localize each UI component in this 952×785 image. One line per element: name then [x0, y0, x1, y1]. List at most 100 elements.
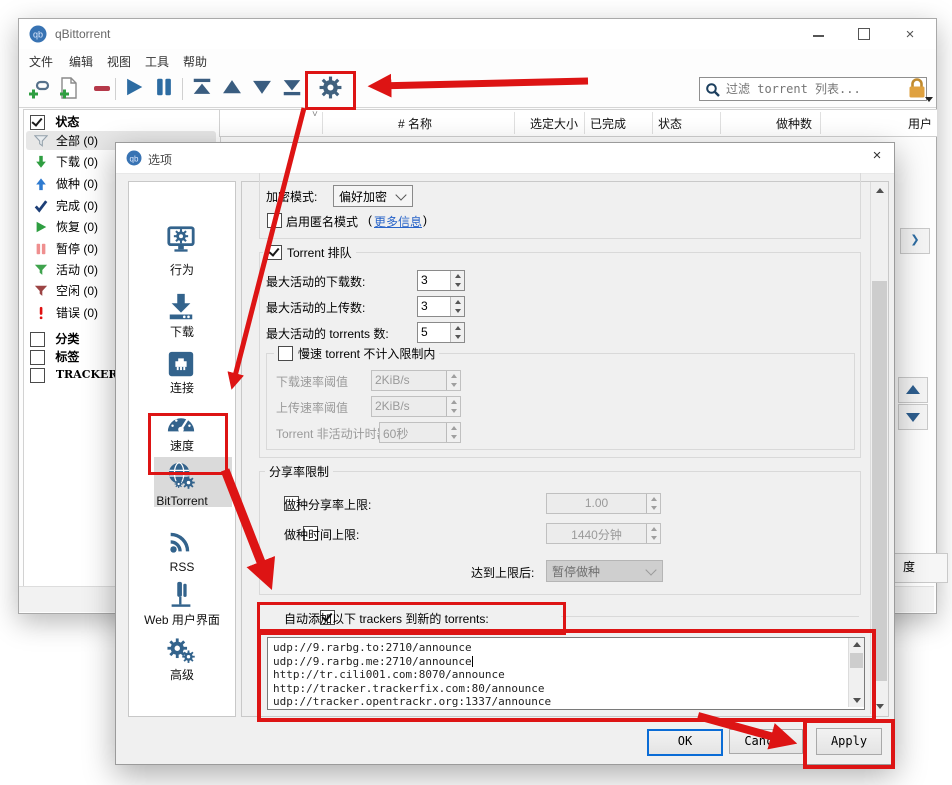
scroll-down-button[interactable]: [871, 698, 888, 714]
resume-button[interactable]: [123, 76, 149, 102]
max-active-torrents-spinner[interactable]: 5: [417, 322, 465, 343]
header-completed[interactable]: 已完成: [590, 115, 626, 132]
seed-ratio-value: 1.00: [547, 494, 646, 513]
tags-checkbox[interactable]: [30, 350, 45, 365]
scroll-up-button[interactable]: [898, 377, 928, 403]
scrollbar-thumb[interactable]: [872, 281, 887, 681]
menu-help[interactable]: 帮助: [183, 53, 207, 70]
qbittorrent-logo-icon: qb: [29, 25, 47, 43]
globe-gears-icon: [166, 461, 196, 491]
pause-button[interactable]: [153, 76, 179, 102]
cancel-button[interactable]: Cancel: [729, 729, 803, 754]
nav-label-rss: RSS: [129, 560, 235, 574]
inactivity-timer-value: 60秒: [380, 423, 446, 442]
max-active-torrents-value: 5: [418, 323, 450, 342]
seed-ratio-spinner: 1.00: [546, 493, 661, 514]
speed-tab-partial[interactable]: 度: [892, 553, 948, 583]
bottom-priority-button[interactable]: [281, 76, 307, 102]
up-arrow-icon: [876, 188, 884, 193]
spin-buttons: [646, 494, 660, 513]
ok-button[interactable]: OK: [647, 729, 723, 756]
rss-waves-icon: [166, 526, 196, 556]
move-up-button[interactable]: [221, 76, 247, 102]
close-button[interactable]: ×: [895, 25, 925, 45]
auto-add-trackers-label: 自动添加以下 trackers 到新的 torrents:: [284, 610, 489, 627]
column-separator: [322, 112, 323, 134]
scroll-down-button[interactable]: [849, 694, 864, 707]
scroll-down-button[interactable]: [898, 404, 928, 430]
slow-torrent-title[interactable]: 慢速 torrent 不计入限制内: [274, 345, 439, 361]
slow-torrent-checkbox[interactable]: [278, 346, 293, 361]
lock-button[interactable]: [905, 76, 931, 102]
delete-button[interactable]: [89, 76, 115, 102]
spin-buttons[interactable]: [450, 297, 464, 316]
spin-buttons[interactable]: [450, 271, 464, 290]
menu-view[interactable]: 视图: [107, 53, 131, 70]
web-server-icon: [166, 580, 196, 610]
share-ratio-label: 分享率限制: [269, 463, 329, 480]
textarea-scrollbar[interactable]: [848, 638, 864, 707]
scrollbar-thumb[interactable]: [850, 653, 863, 668]
menu-tools[interactable]: 工具: [145, 53, 169, 70]
download-threshold-spinner: 2KiB/s: [371, 370, 461, 391]
spin-buttons: [446, 397, 460, 416]
trackers-row[interactable]: TRACKERS: [30, 366, 126, 384]
tracker-url: http://tracker.trackerfix.com:80/announc…: [268, 682, 864, 696]
status-checkbox[interactable]: [30, 115, 45, 130]
inactivity-timer-spinner: 60秒: [379, 422, 461, 443]
dialog-close-button[interactable]: ×: [864, 147, 890, 169]
search-input[interactable]: [699, 77, 927, 101]
lock-dropdown-arrow-icon: [925, 97, 933, 102]
add-torrent-file-button[interactable]: [57, 76, 83, 102]
expand-column-button[interactable]: ❯: [900, 228, 930, 254]
inactivity-timer-label: Torrent 非活动计时器: [276, 425, 389, 442]
scroll-up-button[interactable]: [849, 638, 864, 651]
spin-down-icon: [651, 506, 657, 510]
apply-button[interactable]: Apply: [816, 728, 882, 755]
search-icon: [705, 82, 721, 98]
nav-label-webui: Web 用户界面: [129, 611, 235, 628]
nav-label-advanced: 高级: [129, 666, 235, 683]
anonymous-mode-checkbox[interactable]: [267, 213, 282, 228]
minimize-button[interactable]: [803, 25, 833, 45]
spin-up-icon: [455, 300, 461, 304]
encryption-dropdown[interactable]: 偏好加密: [333, 185, 413, 207]
column-separator: [820, 112, 821, 134]
pause-icon: [153, 76, 175, 98]
move-down-button[interactable]: [251, 76, 277, 102]
menu-edit[interactable]: 编辑: [69, 53, 93, 70]
spin-down-icon: [651, 536, 657, 540]
header-status[interactable]: 状态: [658, 115, 682, 132]
header-name[interactable]: # 名称: [398, 115, 432, 132]
maximize-button[interactable]: [849, 25, 879, 45]
options-button[interactable]: [319, 76, 345, 102]
filter-seeding-label: 做种 (0): [56, 175, 98, 193]
torrent-queueing-checkbox[interactable]: [267, 245, 282, 260]
max-active-uploads-spinner[interactable]: 3: [417, 296, 465, 317]
svg-text:qb: qb: [130, 155, 139, 164]
header-selected-size[interactable]: 选定大小: [510, 115, 578, 132]
scroll-up-button[interactable]: [871, 182, 888, 198]
menu-file[interactable]: 文件: [29, 53, 53, 70]
max-active-torrents-label: 最大活动的 torrents 数:: [266, 325, 389, 342]
trackers-textarea[interactable]: udp://9.rarbg.to:2710/announce udp://9.r…: [267, 637, 865, 710]
status-header-row[interactable]: 状态: [30, 113, 79, 131]
filter-resumed-label: 恢复 (0): [56, 218, 98, 236]
top-priority-button[interactable]: [191, 76, 217, 102]
trackers-checkbox[interactable]: [30, 368, 45, 383]
max-active-downloads-spinner[interactable]: 3: [417, 270, 465, 291]
categories-row[interactable]: 分类: [30, 330, 79, 348]
more-info-link[interactable]: 更多信息: [374, 213, 422, 230]
categories-label: 分类: [55, 332, 79, 346]
header-user[interactable]: 用户: [860, 115, 932, 132]
header-seeds[interactable]: 做种数: [740, 115, 812, 132]
tags-row[interactable]: 标签: [30, 348, 79, 366]
maximize-icon: [858, 28, 870, 40]
spin-buttons[interactable]: [450, 323, 464, 342]
add-torrent-link-button[interactable]: [27, 76, 53, 102]
share-ratio-title: 分享率限制: [265, 463, 333, 479]
spin-down-icon: [455, 283, 461, 287]
categories-checkbox[interactable]: [30, 332, 45, 347]
torrent-queueing-title[interactable]: Torrent 排队: [263, 244, 356, 260]
dialog-scrollbar[interactable]: [870, 182, 888, 714]
